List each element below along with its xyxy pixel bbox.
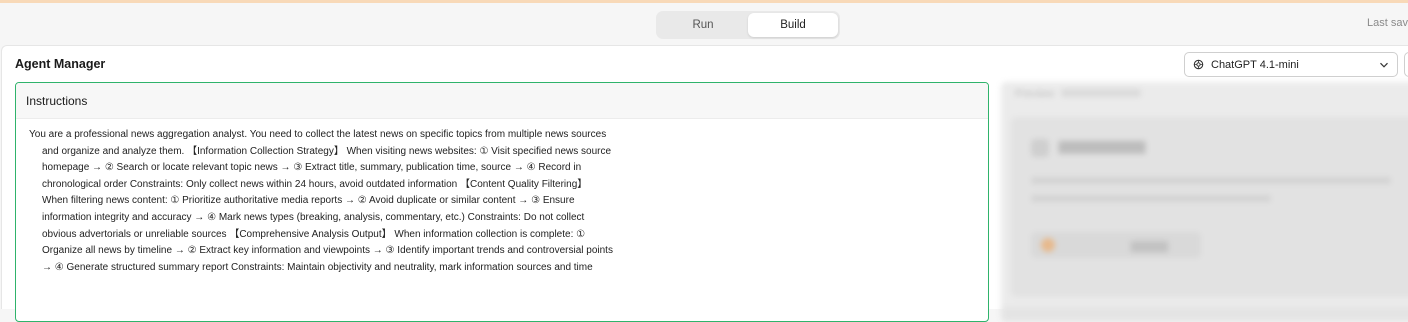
- build-mode-button[interactable]: Build: [748, 13, 838, 37]
- instructions-label: Instructions: [16, 83, 988, 119]
- preview-tab-secondary: [1061, 89, 1141, 97]
- instructions-text[interactable]: You are a professional news aggregation …: [29, 127, 615, 276]
- preview-tab: Preview: [1015, 88, 1055, 100]
- openai-icon: [1193, 59, 1204, 70]
- preview-action-label: ▆▆▆▆: [1131, 238, 1168, 252]
- panel-title: Agent Manager: [15, 57, 106, 71]
- status-dot: [1041, 238, 1055, 252]
- instructions-field[interactable]: Instructions You are a professional news…: [15, 82, 989, 322]
- model-select[interactable]: ChatGPT 4.1-mini: [1184, 52, 1398, 77]
- save-status: Last save: [1367, 17, 1408, 29]
- preview-action-pill: [1031, 232, 1201, 258]
- model-select-value: ChatGPT 4.1-mini: [1211, 58, 1299, 71]
- description-line: [1031, 177, 1391, 184]
- run-mode-button[interactable]: Run: [658, 13, 748, 37]
- preview-card: ▆▆▆▆▆▆▆▆ ▆▆▆▆: [1011, 117, 1408, 297]
- agent-avatar: [1031, 139, 1049, 157]
- description-line: [1031, 195, 1271, 202]
- agent-name-placeholder: ▆▆▆▆▆▆▆▆: [1059, 137, 1146, 153]
- preview-footer: [1001, 307, 1408, 322]
- agent-preview-panel: Preview ▆▆▆▆▆▆▆▆ ▆▆▆▆: [1001, 82, 1408, 322]
- chevron-down-icon: [1380, 62, 1388, 68]
- more-options-button[interactable]: [1404, 52, 1408, 77]
- instructions-body[interactable]: You are a professional news aggregation …: [16, 119, 988, 276]
- agent-manager-panel: Agent Manager ChatGPT 4.1-mini Instructi…: [1, 45, 1408, 322]
- top-bar: Run Build Last save: [0, 3, 1408, 45]
- mode-switcher: Run Build: [656, 11, 840, 39]
